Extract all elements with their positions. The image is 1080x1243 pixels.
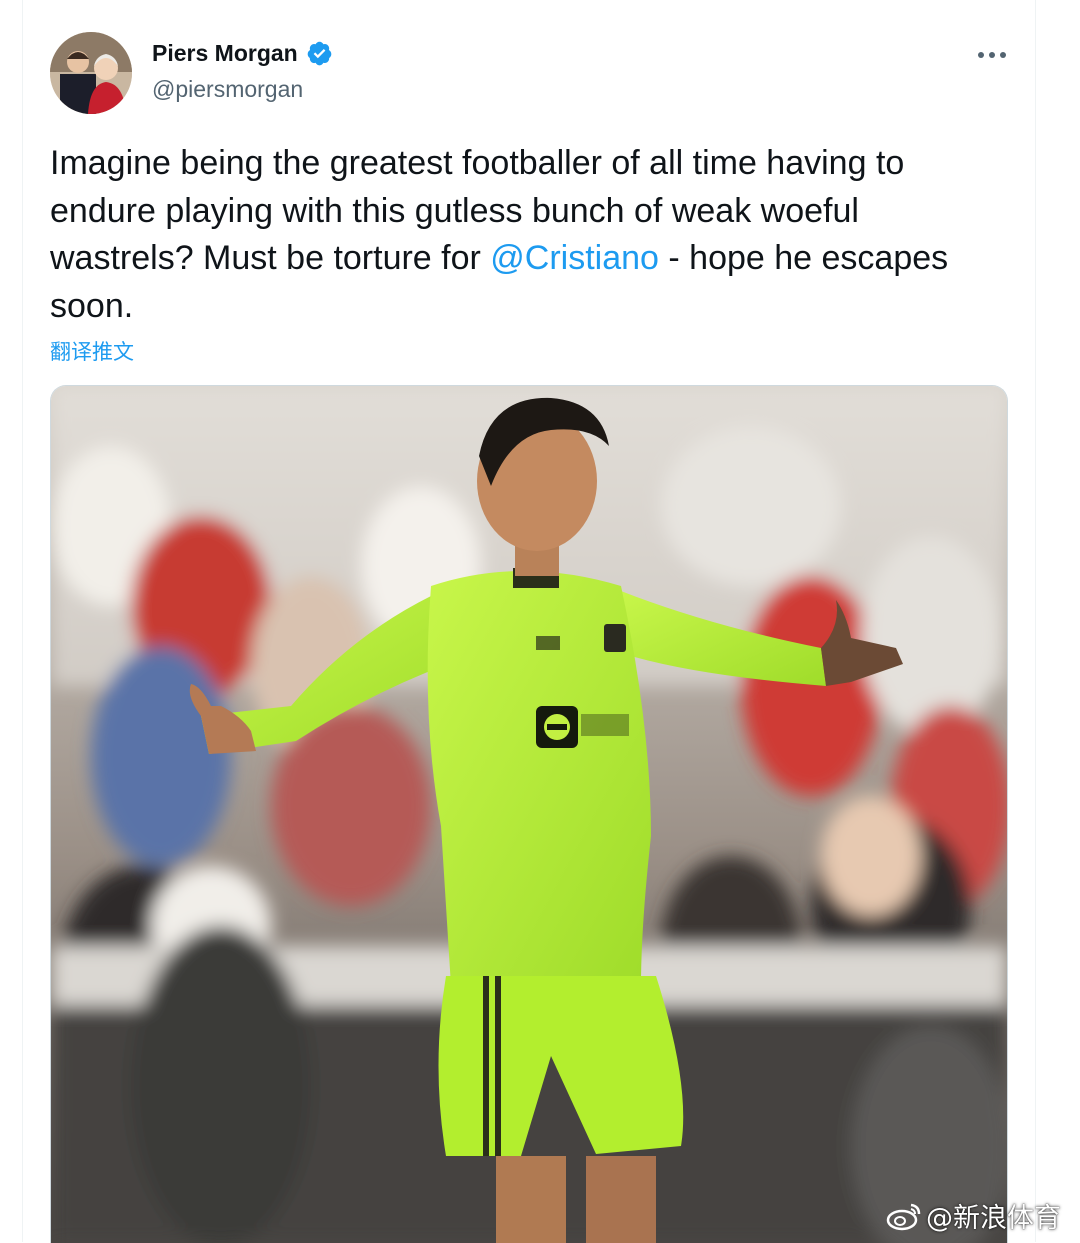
author-avatar[interactable]: [50, 32, 132, 114]
more-dot-icon: [1000, 52, 1006, 58]
avatar-image: [50, 32, 132, 114]
author-name[interactable]: Piers Morgan: [152, 40, 333, 67]
mention-link[interactable]: @Cristiano: [490, 239, 659, 277]
photo-image: [51, 386, 1007, 1243]
verified-badge-icon: [307, 41, 332, 66]
weibo-watermark: @新浪体育: [886, 1196, 1061, 1235]
author-name-text[interactable]: Piers Morgan: [152, 40, 298, 67]
watermark-text: @新浪体育: [926, 1203, 1061, 1234]
more-dot-icon: [978, 52, 984, 58]
more-options-button[interactable]: [970, 40, 1014, 70]
author-handle[interactable]: @piersmorgan: [152, 76, 303, 103]
weibo-logo-icon: [886, 1203, 921, 1230]
tweet-photo[interactable]: [50, 385, 1008, 1243]
translate-tweet-link[interactable]: 翻译推文: [50, 336, 134, 366]
tweet-text: Imagine being the greatest footballer of…: [50, 140, 1010, 330]
more-dot-icon: [989, 52, 995, 58]
